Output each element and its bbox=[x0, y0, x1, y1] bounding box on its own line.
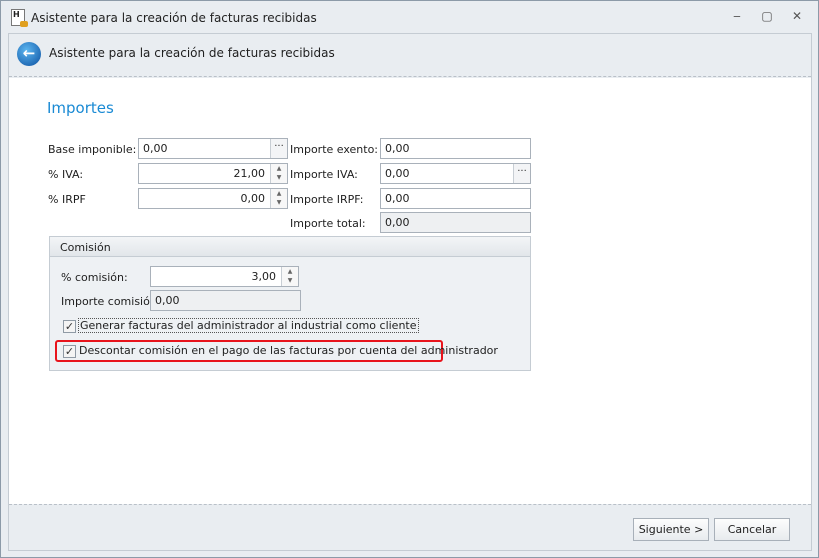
wizard-header-title: Asistente para la creación de facturas r… bbox=[49, 46, 335, 60]
comision-amt-input: 0,00 bbox=[150, 290, 301, 311]
wizard-window: H Asistente para la creación de facturas… bbox=[0, 0, 819, 558]
app-icon: H bbox=[11, 9, 28, 27]
comision-amt-value: 0,00 bbox=[155, 294, 180, 307]
footer-divider bbox=[9, 504, 811, 505]
spin-buttons[interactable]: ▲ ▼ bbox=[270, 164, 287, 183]
irpf-pct-value: 0,00 bbox=[240, 192, 266, 205]
base-input[interactable]: 0,00 ··· bbox=[138, 138, 288, 159]
checkbox-checked-icon[interactable]: ✓ bbox=[63, 345, 76, 358]
restore-button[interactable]: ▢ bbox=[757, 9, 777, 25]
close-button[interactable]: ✕ bbox=[787, 9, 807, 25]
exento-label: Importe exento: bbox=[290, 143, 379, 156]
iva-amt-input[interactable]: 0,00 ··· bbox=[380, 163, 531, 184]
cancel-button[interactable]: Cancelar bbox=[714, 518, 790, 541]
back-arrow-icon[interactable]: ← bbox=[17, 42, 41, 66]
comision-pct-label: % comisión: bbox=[61, 271, 128, 284]
comision-group: Comisión % comisión: 3,00 ▲ ▼ Importe comi… bbox=[49, 236, 531, 371]
next-button[interactable]: Siguiente > bbox=[633, 518, 709, 541]
content-area: Importes Base imponible: 0,00 ··· % IVA: … bbox=[9, 78, 811, 504]
iva-amt-value: 0,00 bbox=[385, 167, 410, 180]
comision-pct-value: 3,00 bbox=[251, 270, 277, 283]
irpf-pct-label: % IRPF bbox=[48, 193, 86, 206]
iva-pct-label: % IVA: bbox=[48, 168, 84, 181]
comision-group-header: Comisión bbox=[50, 237, 530, 257]
ellipsis-button[interactable]: ··· bbox=[270, 139, 287, 158]
comision-title: Comisión bbox=[60, 241, 111, 254]
base-label: Base imponible: bbox=[48, 143, 137, 156]
irpf-amt-value: 0,00 bbox=[385, 192, 410, 205]
comision-amt-label: Importe comisión: bbox=[61, 295, 161, 308]
total-value: 0,00 bbox=[385, 216, 410, 229]
exento-input[interactable]: 0,00 bbox=[380, 138, 531, 159]
header-divider bbox=[9, 76, 811, 77]
ellipsis-button[interactable]: ··· bbox=[513, 164, 530, 183]
wizard-panel: ← Asistente para la creación de facturas… bbox=[8, 33, 812, 551]
iva-pct-value: 21,00 bbox=[233, 167, 266, 180]
descontar-comision-label: Descontar comisión en el pago de las fac… bbox=[79, 344, 498, 357]
total-label: Importe total: bbox=[290, 217, 366, 230]
irpf-amt-label: Importe IRPF: bbox=[290, 193, 364, 206]
descontar-comision-checkbox[interactable]: ✓ Descontar comisión en el pago de las f… bbox=[63, 344, 498, 358]
checkbox-checked-icon[interactable]: ✓ bbox=[63, 320, 76, 333]
minimize-button[interactable]: ‒ bbox=[727, 9, 747, 25]
irpf-amt-input[interactable]: 0,00 bbox=[380, 188, 531, 209]
spin-buttons[interactable]: ▲ ▼ bbox=[270, 189, 287, 208]
section-title: Importes bbox=[47, 99, 114, 117]
base-value: 0,00 bbox=[143, 142, 168, 155]
total-input: 0,00 bbox=[380, 212, 531, 233]
generar-facturas-label: Generar facturas del administrador al in… bbox=[78, 318, 419, 333]
window-title: Asistente para la creación de facturas r… bbox=[31, 11, 317, 25]
spin-buttons[interactable]: ▲ ▼ bbox=[281, 267, 298, 286]
irpf-pct-stepper[interactable]: 0,00 ▲ ▼ bbox=[138, 188, 288, 209]
comision-pct-stepper[interactable]: 3,00 ▲ ▼ bbox=[150, 266, 299, 287]
generar-facturas-checkbox[interactable]: ✓ Generar facturas del administrador al … bbox=[63, 318, 419, 333]
iva-amt-label: Importe IVA: bbox=[290, 168, 358, 181]
exento-value: 0,00 bbox=[385, 142, 410, 155]
iva-pct-stepper[interactable]: 21,00 ▲ ▼ bbox=[138, 163, 288, 184]
